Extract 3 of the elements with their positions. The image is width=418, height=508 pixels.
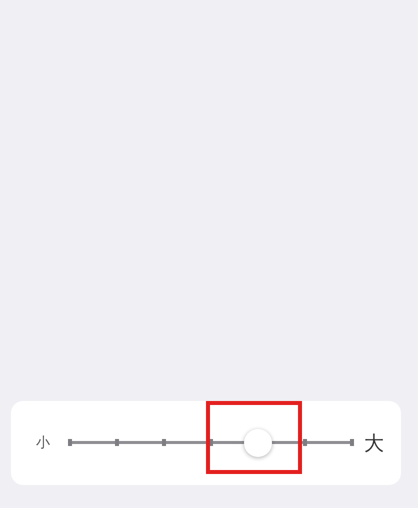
small-size-label: 小 — [35, 434, 51, 452]
slider-thumb[interactable] — [244, 429, 272, 457]
large-size-label: 大 — [363, 430, 385, 456]
